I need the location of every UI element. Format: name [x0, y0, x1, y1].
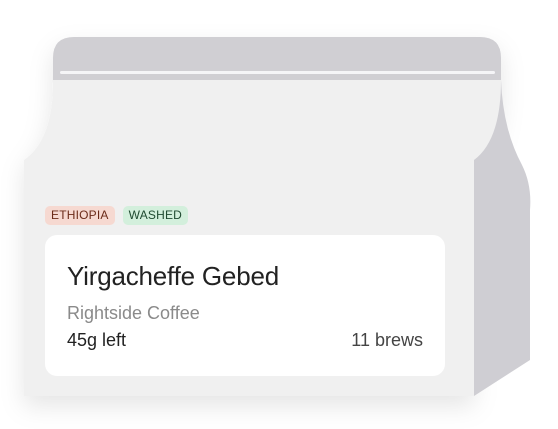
- brew-count: 11 brews: [351, 330, 423, 350]
- origin-tag: ETHIOPIA: [45, 206, 115, 225]
- coffee-bag-card[interactable]: ETHIOPIA WASHED Yirgacheffe Gebed Rights…: [0, 0, 558, 429]
- roaster-name: Rightside Coffee: [67, 303, 200, 323]
- bean-tags: ETHIOPIA WASHED: [45, 206, 189, 225]
- bean-info-card[interactable]: Yirgacheffe Gebed Rightside Coffee 45g l…: [45, 235, 445, 376]
- bean-name: Yirgacheffe Gebed: [67, 261, 279, 291]
- remaining-amount: 45g left: [67, 330, 127, 350]
- bag-seal-line: [60, 71, 495, 74]
- process-tag: WASHED: [122, 206, 189, 225]
